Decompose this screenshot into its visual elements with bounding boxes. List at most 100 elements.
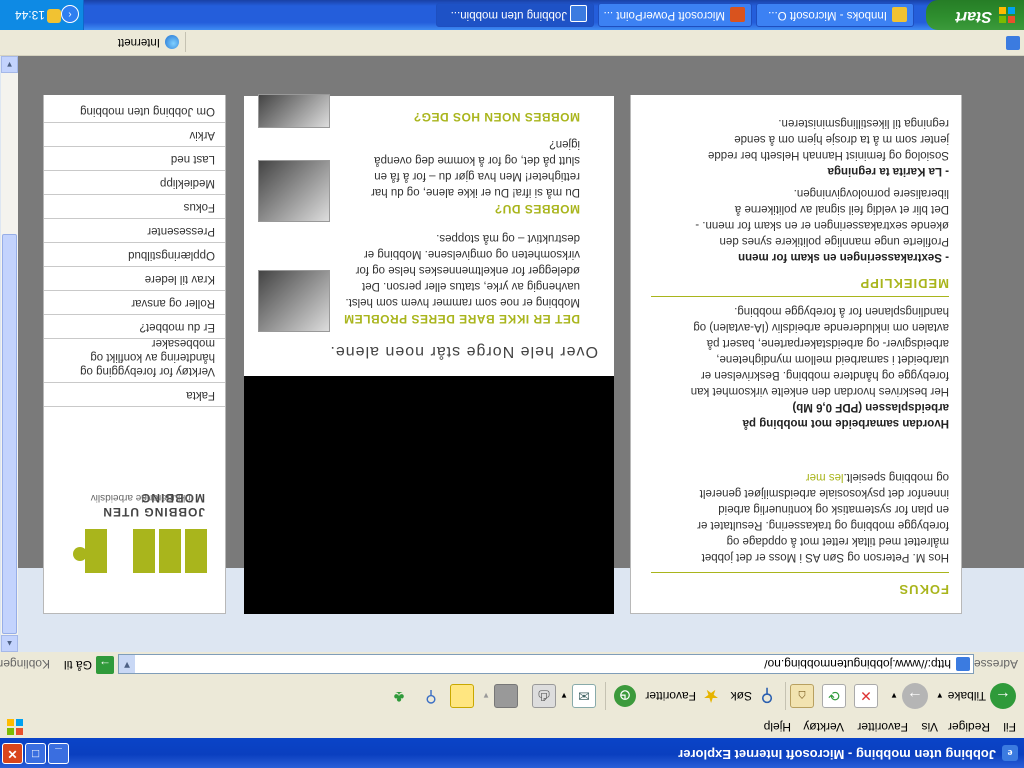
forward-button[interactable]: → ▼ (890, 681, 928, 711)
windows-logo-icon (7, 719, 23, 735)
pdf-text-line: avtalen om inkluderende arbeidsliv (IA-a… (693, 321, 949, 333)
menu-favorites[interactable]: Favoritter (857, 720, 908, 734)
messenger-button[interactable]: ♣ (388, 681, 410, 711)
edit-button[interactable]: ▼ (482, 681, 518, 711)
close-button[interactable]: ✕ (2, 743, 23, 764)
article-photo[interactable] (258, 270, 330, 332)
article-heading[interactable]: DET ER IKKE BARE DERES PROBLEM (344, 312, 580, 326)
article-photo[interactable] (258, 160, 330, 222)
sidebar-item-roller[interactable]: Roller og ansvar (44, 291, 225, 315)
tray-app-icon[interactable] (47, 9, 61, 23)
fokus-text: Hos M. Peterson og Søn AS i Moss er det … (649, 469, 949, 565)
history-icon: ◷ (614, 685, 636, 707)
medieklipp-line: regninga til likestillingsministeren. (778, 117, 949, 129)
article-text: Du må si ifra! Du er ikke alene, og du h… (335, 136, 580, 200)
maximize-button[interactable]: □ (25, 743, 46, 764)
mail-button[interactable]: ✉ ▼ (560, 681, 596, 711)
links-label[interactable]: Koblinger (0, 657, 50, 671)
sidebar-item-krav[interactable]: Krav til ledere (44, 267, 225, 291)
sidebar-item-verktoy[interactable]: Verktøy for forebygging og håndtering av… (44, 337, 225, 383)
notes-button[interactable] (450, 681, 474, 711)
logo-puzzle (185, 529, 207, 573)
pdf-text-line: handlingsplanen for å forebygge mobbing. (734, 305, 949, 317)
print-button[interactable]: ⎙ (532, 681, 556, 711)
pdf-link-line[interactable]: arbeidsplassen (PDF 0,6 Mb) (649, 399, 949, 415)
video-player[interactable] (244, 376, 614, 614)
taskbar-item-powerpoint[interactable]: Microsoft PowerPoint ... (598, 3, 752, 27)
fokus-line: en plan for systematisk og kontinuerlig … (718, 503, 949, 515)
main-title: Over hele Norge står noen alene. (329, 343, 598, 360)
favorites-button[interactable]: ★ Favoritter (645, 681, 722, 711)
pdf-link-line[interactable]: Hvordan samarbeide mot mobbing på (649, 415, 949, 431)
page-status-icon (1006, 36, 1020, 50)
start-button[interactable]: Start (926, 0, 1024, 30)
search-button[interactable]: ⚲ Søk (731, 681, 778, 711)
home-button[interactable]: ⌂ (790, 681, 814, 711)
scroll-up-button[interactable]: ▲ (1, 635, 18, 652)
back-button[interactable]: ← Tilbake ▼ (936, 681, 1016, 711)
pdf-link[interactable]: Hvordan samarbeide mot mobbing på arbeid… (649, 399, 949, 431)
sidebar-item-om[interactable]: Om Jobbing uten mobbing (44, 95, 225, 123)
pdf-text-line: arbeidsgiver- og arbeidstakerpartene, ba… (706, 337, 949, 349)
sidebar-item-fokus[interactable]: Fokus (44, 195, 225, 219)
taskbar-item-label: Microsoft PowerPoint ... (603, 9, 725, 21)
web-page: FOKUS Hos M. Peterson og Søn AS i Moss e… (18, 56, 1024, 652)
pdf-block: Hvordan samarbeide mot mobbing på arbeid… (649, 303, 949, 431)
logo-puzzle (159, 529, 181, 573)
scroll-down-button[interactable]: ▼ (1, 56, 18, 73)
start-label: Start (955, 8, 992, 25)
sidebar-item-opplaering[interactable]: Opplæringstilbud (44, 243, 225, 267)
fokus-divider (651, 572, 949, 573)
menu-file[interactable]: Fil (1003, 720, 1016, 734)
forward-arrow-icon: → (902, 683, 928, 709)
read-more-link[interactable]: les mer (806, 471, 844, 483)
pdf-text-line: Her beskrives hvordan den enkelte virkso… (690, 385, 949, 397)
menu-help[interactable]: Hjelp (764, 720, 791, 734)
medieklipp-heading: MEDIEKLIPP (859, 276, 949, 291)
menu-tools[interactable]: Verktøy (803, 720, 844, 734)
medieklipp-item-title[interactable]: - Sextrakasseringen en skam for menn (649, 249, 949, 265)
medieklipp-item-title[interactable]: - La Karita ta regninga (649, 163, 949, 179)
powerpoint-icon (730, 7, 745, 22)
stop-button[interactable]: ✕ (854, 681, 878, 711)
refresh-button[interactable]: ⟳ (822, 681, 846, 711)
sidebar-item-pressesenter[interactable]: Pressesenter (44, 219, 225, 243)
minimize-button[interactable]: _ (48, 743, 69, 764)
address-input[interactable]: http://www.jobbingutenmobbing.no/ ▼ (118, 654, 974, 674)
logo-subtitle: inkluderende arbeidsliv (90, 492, 193, 503)
main-column: Over hele Norge står noen alene. DET ER … (244, 94, 614, 614)
sidebar-item-arkiv[interactable]: Arkiv (44, 123, 225, 147)
sidebar-item-last-ned[interactable]: Last ned (44, 147, 225, 171)
address-url[interactable]: http://www.jobbingutenmobbing.no/ (764, 657, 951, 671)
research-button[interactable]: ⚲ (420, 681, 442, 711)
search-label: Søk (730, 689, 752, 703)
go-button[interactable]: → Gå til (64, 656, 114, 674)
address-dropdown-icon[interactable]: ▼ (119, 655, 135, 673)
tray-expand-icon[interactable]: ‹ (61, 5, 79, 23)
article-photo[interactable] (258, 94, 330, 128)
vertical-scrollbar[interactable]: ▲ ▼ (1, 56, 18, 652)
article-line: ødelegger for enkeltmenneskes helse og f… (355, 264, 580, 276)
taskbar-item-outlook[interactable]: Innboks - Microsoft O... (756, 3, 914, 27)
sidebar: JOBBING UTEN MOBBING inkluderende arbeid… (43, 95, 226, 614)
taskbar: Start Innboks - Microsoft O... Microsoft… (0, 0, 1024, 30)
address-label: Adresse (973, 657, 1018, 671)
article-heading[interactable]: MOBBES DU? (494, 202, 580, 216)
back-dropdown-icon: ▼ (935, 691, 944, 701)
internet-explorer-icon (570, 5, 587, 22)
sidebar-item-fakta[interactable]: Fakta (44, 383, 225, 407)
article-line: Du må si ifra! Du er ikke alene, og du h… (370, 186, 580, 198)
taskbar-item-ie[interactable]: Jobbing uten mobbin... (436, 3, 594, 27)
menu-view[interactable]: Vis (922, 720, 938, 734)
status-bar: Internett (0, 29, 1024, 56)
scroll-thumb[interactable] (2, 234, 17, 634)
sidebar-item-medieklipp[interactable]: Medieklipp (44, 171, 225, 195)
menu-edit[interactable]: Rediger (948, 720, 990, 734)
star-icon: ★ (702, 686, 720, 706)
windows-flag-icon (999, 7, 1015, 23)
toolbar-separator (785, 682, 786, 710)
article-heading[interactable]: MOBBES NOEN HOS DEG? (413, 110, 580, 124)
history-button[interactable]: ◷ (614, 681, 636, 711)
fokus-line-text: og mobbing spesielt. (843, 471, 949, 483)
sidebar-item-er-du-mobbet[interactable]: Er du mobbet? (44, 315, 225, 339)
